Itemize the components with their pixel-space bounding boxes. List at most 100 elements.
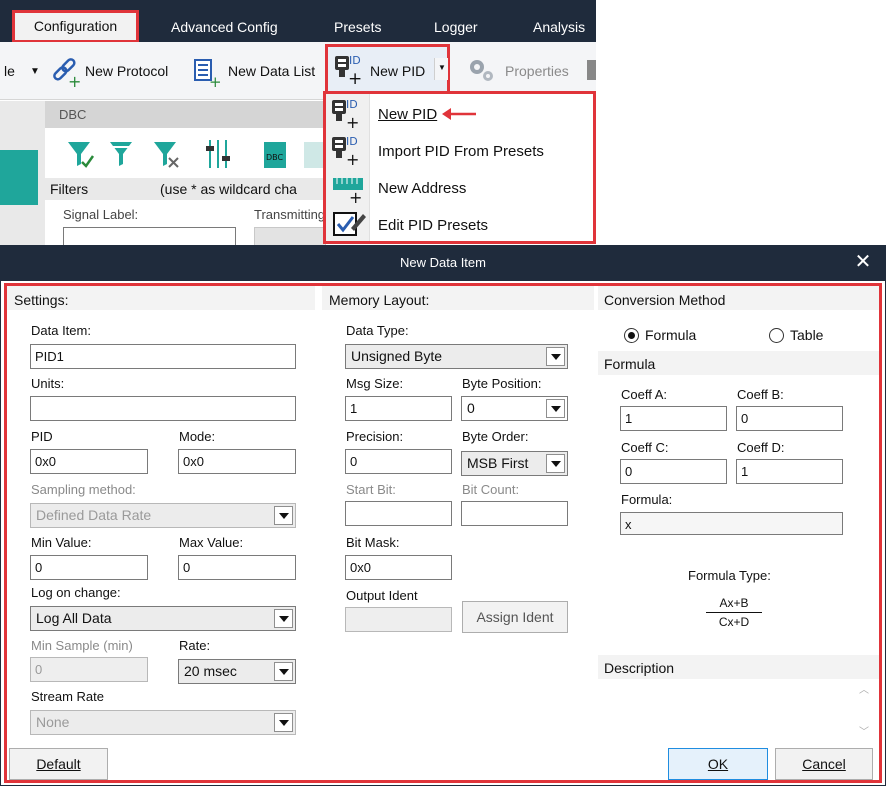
- svg-text:+: +: [349, 188, 362, 204]
- coeff-a-input[interactable]: 1: [620, 406, 727, 431]
- data-item-label: Data Item:: [31, 323, 91, 338]
- output-ident-input[interactable]: [345, 607, 452, 632]
- svg-text:+: +: [209, 73, 222, 88]
- coeff-c-input[interactable]: 0: [620, 459, 727, 484]
- properties-button[interactable]: Properties: [505, 63, 569, 79]
- stream-rate-select[interactable]: None: [30, 710, 296, 735]
- precision-input[interactable]: 0: [345, 449, 452, 474]
- teal-side-tab[interactable]: [0, 150, 38, 175]
- link-add-icon[interactable]: +: [50, 56, 82, 88]
- description-title: Description: [604, 660, 675, 676]
- data-list-add-icon[interactable]: +: [193, 58, 223, 88]
- fraction-bar: [706, 612, 762, 613]
- toolbar-overflow-icon: [587, 60, 596, 80]
- description-textarea[interactable]: [598, 679, 879, 741]
- chevron-down-icon: [546, 399, 565, 418]
- close-icon[interactable]: ✕: [852, 250, 874, 274]
- bit-mask-label: Bit Mask:: [346, 535, 400, 550]
- teal-side-tab[interactable]: [0, 175, 38, 205]
- formula-label: Formula:: [621, 492, 673, 507]
- svg-text:+: +: [346, 113, 359, 130]
- menu-analysis[interactable]: Analysis: [533, 19, 585, 35]
- byte-position-value: 0: [467, 400, 475, 416]
- byte-position-select[interactable]: 0: [461, 396, 568, 421]
- dropdown-item-new-address[interactable]: New Address: [378, 180, 466, 197]
- coeff-c-label: Coeff C:: [621, 440, 669, 455]
- default-button-label: Default: [36, 756, 81, 772]
- bit-mask-input[interactable]: 0x0: [345, 555, 452, 580]
- coeff-b-input[interactable]: 0: [736, 406, 843, 431]
- start-bit-label: Start Bit:: [346, 482, 396, 497]
- gear-icon[interactable]: [466, 56, 498, 86]
- output-ident-label: Output Ident: [346, 588, 418, 603]
- byte-order-label: Byte Order:: [462, 429, 529, 444]
- dropdown-item-import-pid[interactable]: Import PID From Presets: [378, 143, 544, 160]
- chevron-down-icon[interactable]: ﹀: [859, 723, 869, 738]
- byte-position-label: Byte Position:: [462, 376, 542, 391]
- menu-presets[interactable]: Presets: [334, 19, 381, 35]
- coeff-b-label: Coeff B:: [737, 387, 784, 402]
- description-scrollbar[interactable]: ︿ ﹀: [855, 681, 873, 739]
- sampling-method-value: Defined Data Rate: [36, 507, 152, 523]
- table-radio[interactable]: [769, 328, 784, 343]
- svg-text:+: +: [348, 69, 362, 86]
- pid-input[interactable]: 0x0: [30, 449, 148, 474]
- filter-apply-icon: [68, 142, 95, 168]
- min-value-label: Min Value:: [31, 535, 92, 550]
- formula-type-label: Formula Type:: [688, 568, 771, 583]
- units-label: Units:: [31, 376, 65, 391]
- assign-ident-button[interactable]: Assign Ident: [462, 601, 568, 633]
- start-bit-input[interactable]: [345, 501, 452, 526]
- rate-value: 20 msec: [184, 663, 237, 679]
- signal-label-input[interactable]: [63, 227, 236, 247]
- ok-button[interactable]: OK: [668, 748, 768, 780]
- formula-radio-label: Formula: [645, 327, 697, 343]
- chevron-down-icon: [274, 506, 293, 525]
- adjust-icon: [206, 140, 230, 168]
- svg-text:ID: ID: [346, 98, 358, 111]
- sampling-method-select[interactable]: Defined Data Rate: [30, 503, 296, 528]
- coeff-d-input[interactable]: 1: [736, 459, 843, 484]
- formula-input[interactable]: x: [620, 512, 843, 535]
- chevron-down-icon: [274, 713, 293, 732]
- min-sample-input[interactable]: 0: [30, 657, 148, 682]
- table-radio-label: Table: [790, 327, 824, 343]
- precision-label: Precision:: [346, 429, 404, 444]
- dropdown-item-new-pid[interactable]: New PID: [378, 106, 437, 123]
- chevron-down-icon: [546, 347, 565, 366]
- data-item-input[interactable]: PID1: [30, 344, 296, 369]
- filter-list-icon: [110, 142, 132, 166]
- truncated-toolbar-item[interactable]: le: [4, 63, 15, 79]
- menu-configuration-label: Configuration: [33, 18, 118, 34]
- mode-input[interactable]: 0x0: [178, 449, 296, 474]
- log-on-change-select[interactable]: Log All Data: [30, 606, 296, 631]
- transmitting-select[interactable]: [254, 227, 326, 247]
- dropdown-item-edit-pid-presets[interactable]: Edit PID Presets: [378, 217, 488, 234]
- bit-count-input[interactable]: [461, 501, 568, 526]
- edit-check-icon: [333, 212, 366, 236]
- chevron-down-icon[interactable]: ▼: [30, 66, 40, 77]
- svg-text:ID: ID: [349, 54, 361, 67]
- units-input[interactable]: [30, 396, 296, 421]
- new-pid-dropdown-arrow[interactable]: ▼: [434, 58, 448, 80]
- data-type-select[interactable]: Unsigned Byte: [345, 344, 568, 369]
- new-data-list-button[interactable]: New Data List: [228, 63, 315, 79]
- msg-size-input[interactable]: 1: [345, 396, 452, 421]
- menu-advanced-config[interactable]: Advanced Config: [171, 19, 278, 35]
- cancel-button[interactable]: Cancel: [775, 748, 873, 780]
- pid-add-icon: ID +: [332, 98, 359, 130]
- rate-select[interactable]: 20 msec: [178, 659, 296, 684]
- formula-radio[interactable]: [624, 328, 639, 343]
- svg-text:ID: ID: [346, 135, 358, 148]
- byte-order-select[interactable]: MSB First: [461, 451, 568, 476]
- menu-logger[interactable]: Logger: [434, 19, 478, 35]
- svg-text:+: +: [346, 150, 359, 167]
- menu-configuration[interactable]: Configuration: [12, 10, 139, 43]
- default-button[interactable]: Default: [9, 748, 108, 780]
- chevron-up-icon[interactable]: ︿: [859, 681, 869, 696]
- max-value-input[interactable]: 0: [178, 555, 296, 580]
- chevron-down-icon: [274, 609, 293, 628]
- chevron-down-icon: [546, 454, 565, 473]
- min-value-input[interactable]: 0: [30, 555, 148, 580]
- new-protocol-button[interactable]: New Protocol: [85, 63, 168, 79]
